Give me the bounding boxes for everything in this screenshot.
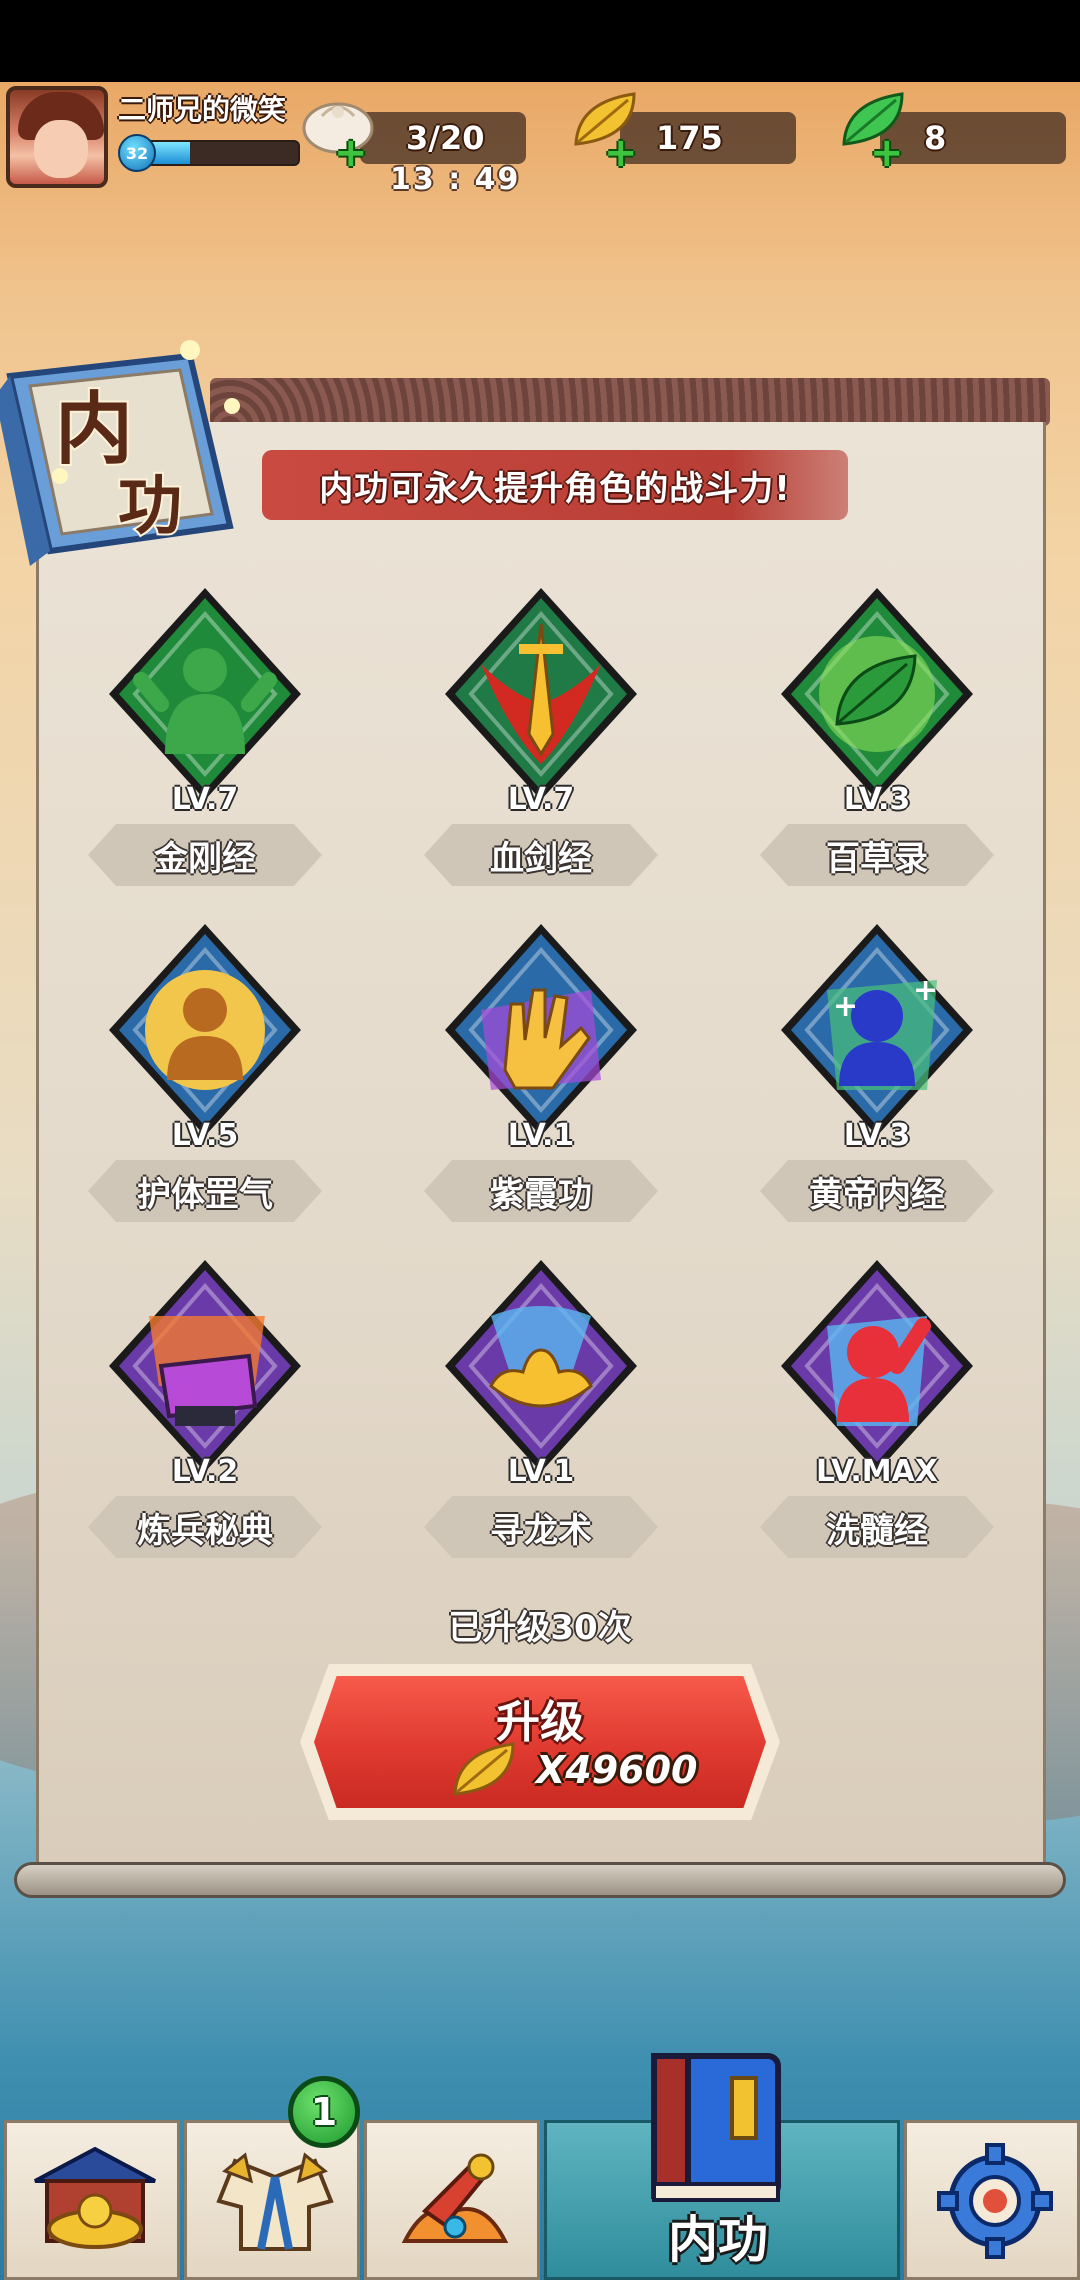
jade-leaf-value: 8 (924, 119, 947, 157)
robe-icon (216, 2152, 334, 2251)
outfit-notification-badge: 1 (288, 2076, 360, 2148)
svg-text:+: + (913, 973, 938, 1008)
top-resource-bar: 二师兄的微笑 32 3/20 + 13 : 49 175 + 8 + (0, 82, 1080, 202)
skill-card[interactable]: LV.1 紫霞功 (406, 920, 666, 1230)
gold-ingot-icon (445, 1260, 637, 1472)
info-banner-text: 内功可永久提升角色的战斗力! (319, 468, 791, 509)
skill-level: LV.1 (507, 1118, 575, 1153)
stamina-counter: 3/20 (360, 112, 526, 164)
skill-card[interactable]: LV.7 金刚经 (70, 584, 330, 894)
book-icon (651, 2053, 781, 2202)
gold-shop-icon (34, 2146, 156, 2249)
skill-level: LV.2 (171, 1454, 239, 1489)
skill-name: 黄帝内经 (809, 1174, 945, 1215)
weapon-icon (401, 2153, 509, 2243)
skill-name: 炼兵秘典 (137, 1510, 273, 1551)
strongman-icon (109, 588, 301, 800)
title-char-2: 功 (118, 469, 182, 544)
skill-level: LV.MAX (816, 1454, 938, 1489)
skill-name: 洗髓经 (826, 1510, 928, 1551)
skill-name-plate: 洗髓经 (760, 1496, 994, 1558)
skill-name-plate: 护体罡气 (88, 1160, 322, 1222)
skill-card[interactable]: LV.MAX 洗髓经 (742, 1256, 1002, 1566)
skill-level: LV.1 (507, 1454, 575, 1489)
scroll-top-rod (210, 378, 1050, 426)
skill-name: 血剑经 (490, 838, 592, 879)
skill-level: LV.3 (843, 1118, 911, 1153)
player-level-badge: 32 (118, 134, 156, 172)
tab-neigong-label: 内功 (668, 2211, 768, 2269)
status-bar (0, 0, 1080, 82)
svg-text:+: + (833, 989, 858, 1024)
stamina-value: 3/20 (406, 119, 485, 157)
add-stamina-icon[interactable]: + (334, 133, 368, 173)
upgrade-cost: X49600 (536, 1748, 698, 1792)
gold-leaf-counter: 175 (620, 112, 796, 164)
skill-card[interactable]: + + LV.3 黄帝内经 (742, 920, 1002, 1230)
skill-name: 护体罡气 (137, 1174, 273, 1215)
skill-card[interactable]: LV.2 炼兵秘典 (70, 1256, 330, 1566)
skill-level: LV.7 (171, 782, 239, 817)
skill-name: 百草录 (826, 838, 928, 879)
scroll-bottom-rod (14, 1862, 1066, 1898)
player-avatar[interactable] (6, 86, 108, 188)
healing-figure-icon: + + (781, 924, 973, 1136)
skill-name-plate: 炼兵秘典 (88, 1496, 322, 1558)
skill-card[interactable]: LV.1 寻龙术 (406, 1256, 666, 1566)
info-banner: 内功可永久提升角色的战斗力! (262, 450, 848, 520)
blood-sword-icon (445, 588, 637, 800)
skill-name-plate: 血剑经 (424, 824, 658, 886)
tab-weapon[interactable] (364, 2120, 540, 2280)
gold-leaf-value: 175 (656, 119, 723, 157)
neigong-title-emblem: 内 功 (0, 340, 240, 566)
title-char-1: 内 (55, 384, 133, 475)
skill-card[interactable]: LV.7 血剑经 (406, 584, 666, 894)
shield-aura-icon (109, 924, 301, 1136)
anvil-icon (109, 1260, 301, 1472)
skill-name-plate: 金刚经 (88, 824, 322, 886)
skill-card[interactable]: LV.3 百草录 (742, 584, 1002, 894)
skill-name-plate: 紫霞功 (424, 1160, 658, 1222)
skill-name-plate: 百草录 (760, 824, 994, 886)
herb-leaf-icon (781, 588, 973, 800)
skill-name-plate: 寻龙术 (424, 1496, 658, 1558)
upgrade-button[interactable]: 升级 X49600 (300, 1664, 780, 1820)
skill-level: LV.5 (171, 1118, 239, 1153)
palm-strike-icon (445, 924, 637, 1136)
gear-icon (937, 2143, 1053, 2259)
skill-level: LV.3 (843, 782, 911, 817)
add-gold-leaf-icon[interactable]: + (604, 133, 638, 173)
skill-name: 紫霞功 (490, 1174, 592, 1215)
skill-card[interactable]: LV.5 护体罡气 (70, 920, 330, 1230)
red-figure-icon (781, 1260, 973, 1472)
add-jade-leaf-icon[interactable]: + (870, 133, 904, 173)
upgrade-count-text: 已升级30次 (448, 1608, 632, 1648)
skill-name: 金刚经 (154, 838, 256, 879)
upgrade-button-label: 升级 (496, 1697, 584, 1748)
tab-shop[interactable] (4, 2120, 180, 2280)
gold-leaf-cost-icon (453, 1742, 515, 1796)
tab-settings[interactable] (904, 2120, 1080, 2280)
skill-level: LV.7 (507, 782, 575, 817)
stamina-timer: 13 : 49 (390, 162, 521, 197)
skill-name: 寻龙术 (490, 1510, 592, 1551)
player-name: 二师兄的微笑 (118, 93, 287, 126)
skill-name-plate: 黄帝内经 (760, 1160, 994, 1222)
